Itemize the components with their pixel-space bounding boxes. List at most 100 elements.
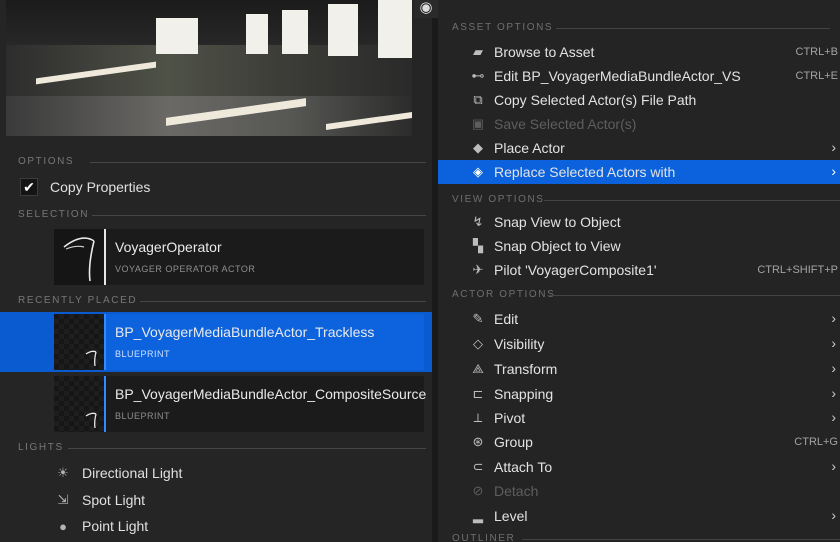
selection-asset-name: VoyagerOperator: [115, 239, 222, 255]
asset-preview-image: [6, 0, 412, 136]
lights-section-header: LIGHTS: [18, 442, 424, 453]
menu-item-label: Attach To: [494, 459, 553, 475]
options-section-header: OPTIONS: [18, 156, 428, 167]
transform-icon: ⟁: [472, 361, 484, 376]
edit-icon: ✎: [472, 311, 484, 326]
menu-item-copy-file-path[interactable]: ⧉ Copy Selected Actor(s) File Path: [438, 88, 840, 112]
selection-asset-tile[interactable]: VoyagerOperator VOYAGER OPERATOR ACTOR: [54, 229, 424, 285]
menu-item-label: Pilot 'VoyagerComposite1': [494, 262, 657, 278]
menu-item-label: Transform: [494, 361, 558, 377]
chevron-right-icon: ›: [831, 409, 836, 425]
menu-item-detach: ⊘ Detach: [438, 479, 840, 503]
edit-blueprint-icon: ⊷: [471, 68, 485, 83]
recent-asset-name: BP_VoyagerMediaBundleActor_CompositeSour…: [115, 386, 427, 402]
actor-context-menu: ASSET OPTIONS ▰ Browse to Asset CTRL+B ⊷…: [438, 0, 840, 542]
menu-item-browse-to-asset[interactable]: ▰ Browse to Asset CTRL+B: [438, 40, 840, 64]
asset-type-bar: [104, 314, 106, 370]
light-item-directional[interactable]: ☀ Directional Light: [56, 465, 182, 481]
copy-path-icon: ⧉: [473, 92, 483, 107]
menu-item-label: Replace Selected Actors with: [494, 164, 676, 180]
menu-item-snapping[interactable]: ⊏ Snapping ›: [438, 382, 840, 406]
menu-item-snap-object-to-view[interactable]: ▚ Snap Object to View: [438, 234, 840, 258]
spot-light-icon: ⇲: [57, 492, 69, 507]
chevron-right-icon: ›: [831, 507, 836, 523]
menu-item-label: Snapping: [494, 386, 554, 402]
recent-asset-name: BP_VoyagerMediaBundleActor_Trackless: [115, 324, 375, 340]
menu-item-transform[interactable]: ⟁ Transform ›: [438, 357, 840, 381]
asset-type-bar: [104, 229, 106, 285]
actor-options-header: ACTOR OPTIONS: [452, 289, 840, 300]
replace-actors-icon: ◈: [473, 164, 483, 179]
recently-placed-section-header: RECENTLY PLACED: [18, 295, 427, 306]
light-item-spot[interactable]: ⇲ Spot Light: [56, 492, 146, 508]
pilot-icon: ✈: [472, 262, 484, 277]
menu-item-attach-to[interactable]: ⊂ Attach To ›: [438, 455, 840, 479]
menu-item-edit[interactable]: ✎ Edit ›: [438, 307, 840, 331]
light-item-label: Spot Light: [82, 492, 146, 508]
light-item-label: Directional Light: [82, 465, 183, 481]
place-actor-icon: ◆: [473, 140, 483, 155]
eye-icon[interactable]: ◉: [414, 0, 438, 18]
menu-item-group[interactable]: ⊛ Group CTRL+G: [438, 430, 840, 454]
attach-icon: ⊂: [472, 459, 484, 474]
menu-item-save-actors: ▣ Save Selected Actor(s): [438, 112, 840, 136]
menu-item-label: Level: [494, 508, 528, 524]
menu-item-shortcut: CTRL+G: [794, 436, 838, 448]
copy-properties-option[interactable]: ✔ Copy Properties: [20, 178, 150, 196]
snapping-icon: ⊏: [472, 386, 484, 401]
menu-item-level[interactable]: ▂ Level ›: [438, 504, 840, 528]
recent-asset-type: BLUEPRINT: [115, 349, 171, 359]
detach-icon: ⊘: [472, 483, 484, 498]
menu-item-label: Detach: [494, 483, 539, 499]
snap-object-icon: ▚: [473, 238, 483, 253]
recent-asset-row-selected[interactable]: BP_VoyagerMediaBundleActor_Trackless BLU…: [0, 312, 432, 372]
asset-type-bar: [104, 376, 106, 432]
point-light-icon: ●: [59, 518, 67, 534]
light-item-point[interactable]: ● Point Light: [56, 518, 148, 534]
asset-options-header: ASSET OPTIONS: [452, 22, 831, 33]
view-options-header: VIEW OPTIONS: [452, 194, 839, 205]
blueprint-thumbnail: [54, 376, 104, 432]
folder-icon: ▰: [473, 44, 483, 59]
selection-section-header: SELECTION: [18, 209, 427, 220]
menu-item-label: Save Selected Actor(s): [494, 116, 637, 132]
menu-item-label: Visibility: [494, 336, 545, 352]
outliner-header: OUTLINER: [452, 533, 840, 542]
menu-item-label: Group: [494, 434, 533, 450]
menu-item-edit-blueprint[interactable]: ⊷ Edit BP_VoyagerMediaBundleActor_VS CTR…: [438, 64, 840, 88]
menu-item-label: Snap Object to View: [494, 238, 621, 254]
recent-asset-tile[interactable]: BP_VoyagerMediaBundleActor_Trackless BLU…: [54, 314, 424, 370]
pivot-icon: ⟂: [473, 410, 483, 425]
chevron-right-icon: ›: [831, 360, 836, 376]
menu-item-label: Copy Selected Actor(s) File Path: [494, 92, 697, 108]
menu-item-visibility[interactable]: ◇ Visibility ›: [438, 332, 840, 356]
menu-item-pivot[interactable]: ⟂ Pivot ›: [438, 406, 840, 430]
menu-item-replace-actors[interactable]: ◈ Replace Selected Actors with ›: [438, 160, 840, 184]
light-item-label: Point Light: [82, 518, 149, 534]
menu-item-label: Pivot: [494, 410, 526, 426]
snap-view-icon: ↯: [472, 214, 484, 229]
menu-item-label: Place Actor: [494, 140, 565, 156]
menu-item-place-actor[interactable]: ◆ Place Actor ›: [438, 136, 840, 160]
blueprint-thumbnail: [54, 314, 104, 370]
recent-asset-tile[interactable]: BP_VoyagerMediaBundleActor_CompositeSour…: [54, 376, 427, 432]
voyager-operator-thumbnail: [54, 229, 104, 285]
copy-properties-label: Copy Properties: [50, 179, 151, 195]
save-icon: ▣: [471, 116, 485, 131]
chevron-right-icon: ›: [831, 458, 836, 474]
level-icon: ▂: [473, 508, 483, 523]
copy-properties-checkbox[interactable]: ✔: [20, 178, 38, 196]
chevron-right-icon: ›: [831, 385, 836, 401]
menu-item-shortcut: CTRL+B: [795, 46, 839, 58]
place-actors-panel: ◉ OPTIONS ✔ Copy Properties SELECTION Vo…: [0, 0, 438, 542]
selection-asset-type: VOYAGER OPERATOR ACTOR: [115, 264, 256, 274]
visibility-icon: ◇: [473, 336, 483, 351]
recent-asset-type: BLUEPRINT: [115, 411, 171, 421]
menu-item-label: Edit: [494, 311, 519, 327]
menu-item-pilot[interactable]: ✈ Pilot 'VoyagerComposite1' CTRL+SHIFT+P: [438, 258, 840, 282]
group-icon: ⊛: [472, 434, 484, 449]
menu-item-label: Browse to Asset: [494, 44, 595, 60]
menu-item-snap-view-to-object[interactable]: ↯ Snap View to Object: [438, 210, 840, 234]
menu-item-shortcut: CTRL+SHIFT+P: [757, 264, 838, 276]
chevron-right-icon: ›: [831, 310, 836, 326]
